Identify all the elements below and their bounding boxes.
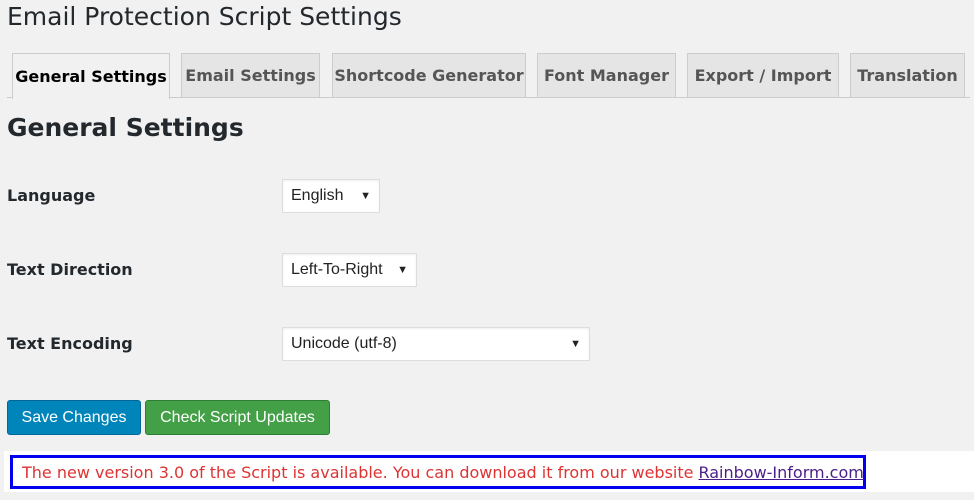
dropdown-arrow-icon: ▼ <box>360 190 371 202</box>
text-direction-value: Left-To-Right <box>291 261 383 278</box>
text-encoding-select[interactable]: Unicode (utf-8) ▼ <box>282 327 590 361</box>
language-value: English <box>291 187 344 204</box>
update-notice-text: The new version 3.0 of the Script is ava… <box>22 462 694 482</box>
tab-translation[interactable]: Translation <box>850 53 965 97</box>
tab-email-settings[interactable]: Email Settings <box>181 53 320 97</box>
tab-export-import[interactable]: Export / Import <box>687 53 839 97</box>
update-notice-box: The new version 3.0 of the Script is ava… <box>10 455 866 489</box>
save-changes-button[interactable]: Save Changes <box>7 400 141 435</box>
tab-shortcode-generator[interactable]: Shortcode Generator <box>332 53 526 97</box>
text-encoding-value: Unicode (utf-8) <box>291 335 397 352</box>
language-select[interactable]: English ▼ <box>282 179 380 213</box>
text-direction-label: Text Direction <box>7 260 133 279</box>
text-direction-select[interactable]: Left-To-Right ▼ <box>282 253 417 287</box>
section-title: General Settings <box>7 113 244 142</box>
tab-general-settings[interactable]: General Settings <box>12 53 170 99</box>
tab-font-manager[interactable]: Font Manager <box>537 53 676 97</box>
page-title: Email Protection Script Settings <box>7 2 402 31</box>
text-encoding-label: Text Encoding <box>7 334 133 353</box>
check-script-updates-button[interactable]: Check Script Updates <box>145 400 330 435</box>
dropdown-arrow-icon: ▼ <box>397 264 408 276</box>
dropdown-arrow-icon: ▼ <box>570 338 581 350</box>
language-label: Language <box>7 186 96 205</box>
website-link[interactable]: Rainbow-Inform.com <box>698 463 863 482</box>
